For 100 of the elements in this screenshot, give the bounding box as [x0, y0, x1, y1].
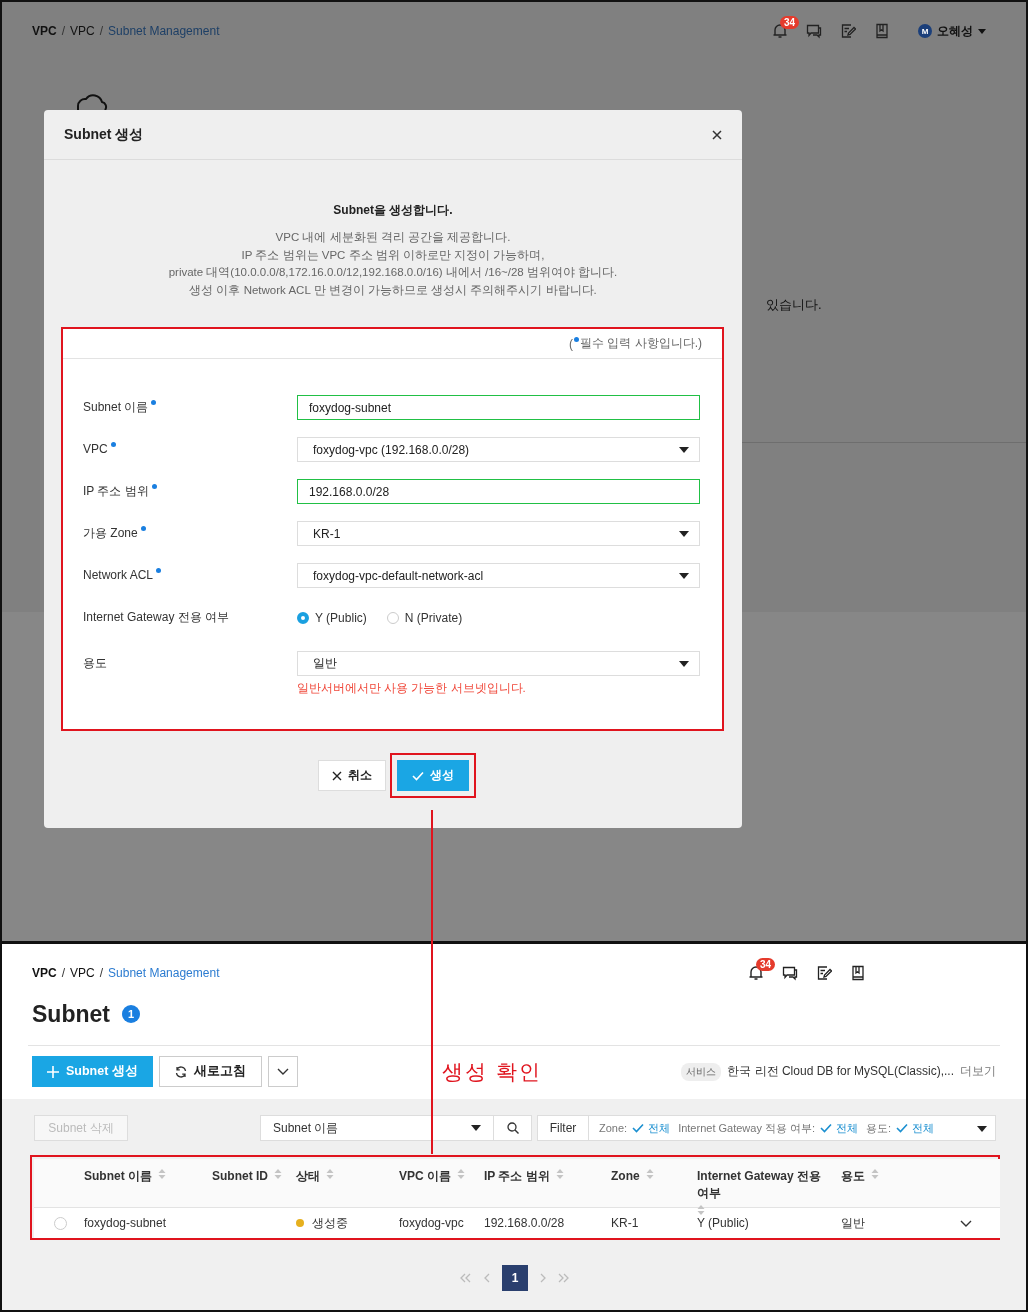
filter-name: Zone:: [599, 1122, 628, 1134]
breadcrumb-separator: /: [61, 966, 66, 980]
service-text: 한국 리전 Cloud DB for MySQL(Classic),...: [727, 1063, 954, 1080]
filter-value[interactable]: 전체: [912, 1120, 935, 1136]
column-header: Subnet ID: [212, 1168, 268, 1185]
check-icon: [820, 1123, 833, 1133]
previous-page-icon[interactable]: [484, 1273, 490, 1283]
breadcrumb-item[interactable]: VPC: [70, 966, 95, 980]
book-icon[interactable]: [850, 965, 866, 981]
notification-badge: 34: [780, 16, 800, 29]
edit-icon[interactable]: [816, 965, 832, 981]
field-label: Network ACL: [83, 567, 154, 584]
breadcrumb-item[interactable]: VPC: [32, 24, 57, 38]
hint-text: 일반서버에서만 사용 가능한 서브넷입니다.: [297, 681, 527, 696]
filter-value[interactable]: 전체: [836, 1120, 859, 1136]
dropdown-field[interactable]: KR-1: [297, 521, 700, 546]
search-icon: [506, 1122, 519, 1134]
service-tag: 서비스: [681, 1062, 722, 1081]
count-badge: 1: [121, 1005, 140, 1023]
intro-text: private 대역(10.0.0.0/8,172.16.0.0/12,192.168.0.0/16) 내에서 /16~/28 범위여야 합니다.: [168, 265, 618, 280]
caret-icon: [679, 530, 689, 537]
filter-name: 용도:: [866, 1120, 892, 1136]
dropdown-field[interactable]: 일반: [297, 651, 700, 676]
check-icon: [632, 1123, 645, 1133]
breadcrumb-item[interactable]: VPC: [70, 24, 95, 38]
text-input-field[interactable]: 192.168.0.0/28: [297, 479, 700, 504]
more-link[interactable]: 더보기: [960, 1063, 996, 1080]
breadcrumb-item[interactable]: Subnet Management: [108, 966, 220, 980]
page-button[interactable]: 1: [502, 1265, 528, 1291]
sort-icon[interactable]: [274, 1168, 282, 1180]
radio-option[interactable]: N (Private): [386, 610, 463, 625]
sort-icon[interactable]: [645, 1168, 654, 1180]
sort-icon[interactable]: [871, 1168, 879, 1180]
caret-icon: [978, 28, 986, 34]
breadcrumb-item[interactable]: VPC: [32, 966, 57, 980]
dropdown-field[interactable]: foxydog-vpc (192.168.0.0/28): [297, 437, 700, 462]
required-dot: [574, 337, 579, 342]
intro-text: 생성 이후 Network ACL 만 변경이 가능하므로 생성시 주의해주시기 바랍니다.: [189, 282, 597, 298]
filter-name: Internet Gateway 적용 여부:: [678, 1120, 816, 1136]
column-header: Subnet 이름: [84, 1168, 152, 1185]
refresh-icon: [174, 1065, 187, 1078]
check-icon: [411, 770, 424, 781]
field-label: IP 주소 범위: [83, 483, 149, 500]
required-note: 필수 입력 사항입니다.): [580, 335, 702, 352]
cloud-icon: [74, 94, 108, 110]
radio-option[interactable]: Y (Public): [297, 610, 367, 625]
refresh-button[interactable]: 새로고침: [158, 1056, 262, 1087]
column-header: VPC 이름: [399, 1168, 451, 1185]
intro-title: Subnet을 생성합니다.: [333, 202, 453, 219]
first-page-icon[interactable]: [460, 1273, 472, 1283]
caret-icon: [679, 572, 689, 579]
table-cell: 일반: [841, 1214, 865, 1232]
table-cell: Y (Public): [697, 1216, 749, 1230]
field-label: 용도: [83, 655, 107, 672]
column-header: Internet Gateway 전용 여부: [697, 1168, 823, 1202]
caret-icon: [679, 660, 689, 667]
filter-value[interactable]: 전체: [648, 1120, 671, 1136]
notification-badge: 34: [756, 958, 776, 971]
background-text: 있습니다.: [766, 296, 822, 314]
column-header: Zone: [611, 1168, 640, 1185]
field-label: VPC: [83, 441, 108, 458]
table-cell: 192.168.0.0/28: [484, 1216, 565, 1230]
caret-icon: [471, 1125, 481, 1131]
sort-icon[interactable]: [457, 1168, 465, 1180]
more-button[interactable]: [267, 1056, 298, 1087]
dialog-title: Subnet 생성: [64, 125, 144, 144]
required-note: (: [569, 336, 573, 351]
user-menu[interactable]: M 오혜성: [918, 22, 986, 40]
column-header: 용도: [841, 1168, 865, 1185]
page-title: Subnet: [32, 1000, 110, 1028]
field-label: 가용 Zone: [83, 525, 138, 542]
table-cell: foxydog-subnet: [84, 1216, 167, 1230]
last-page-icon[interactable]: [558, 1273, 570, 1283]
next-page-icon[interactable]: [540, 1273, 546, 1283]
sort-icon[interactable]: [697, 1204, 705, 1216]
caret-icon: [679, 446, 689, 453]
column-header: 상태: [296, 1168, 320, 1185]
text-input-field[interactable]: foxydog-subnet: [297, 395, 700, 420]
intro-text: IP 주소 범위는 VPC 주소 범위 이하로만 지정이 가능하며,: [241, 247, 545, 263]
cancel-button[interactable]: 취소: [317, 760, 386, 791]
breadcrumb-separator: /: [61, 24, 66, 38]
chat-icon[interactable]: [782, 965, 798, 981]
breadcrumb-separator: /: [99, 966, 104, 980]
caret-icon: [977, 1126, 987, 1132]
dropdown-field[interactable]: foxydog-vpc-default-network-acl: [297, 563, 700, 588]
field-label: Subnet 이름: [83, 399, 149, 416]
plus-icon: [47, 1065, 59, 1078]
field-label: Internet Gateway 전용 여부: [83, 609, 230, 626]
table-cell: 생성중: [312, 1214, 348, 1232]
close-icon[interactable]: [712, 129, 722, 140]
sort-icon[interactable]: [555, 1168, 564, 1180]
search-field-dropdown[interactable]: Subnet 이름: [260, 1115, 494, 1141]
chevron-down-icon[interactable]: [960, 1219, 972, 1227]
sort-icon[interactable]: [158, 1168, 166, 1180]
breadcrumb-separator: /: [99, 24, 104, 38]
table-cell: KR-1: [611, 1216, 639, 1230]
search-button[interactable]: [494, 1115, 532, 1141]
chevron-down-icon: [276, 1068, 289, 1075]
sort-icon[interactable]: [326, 1168, 334, 1180]
filter-button[interactable]: Filter: [537, 1115, 589, 1141]
